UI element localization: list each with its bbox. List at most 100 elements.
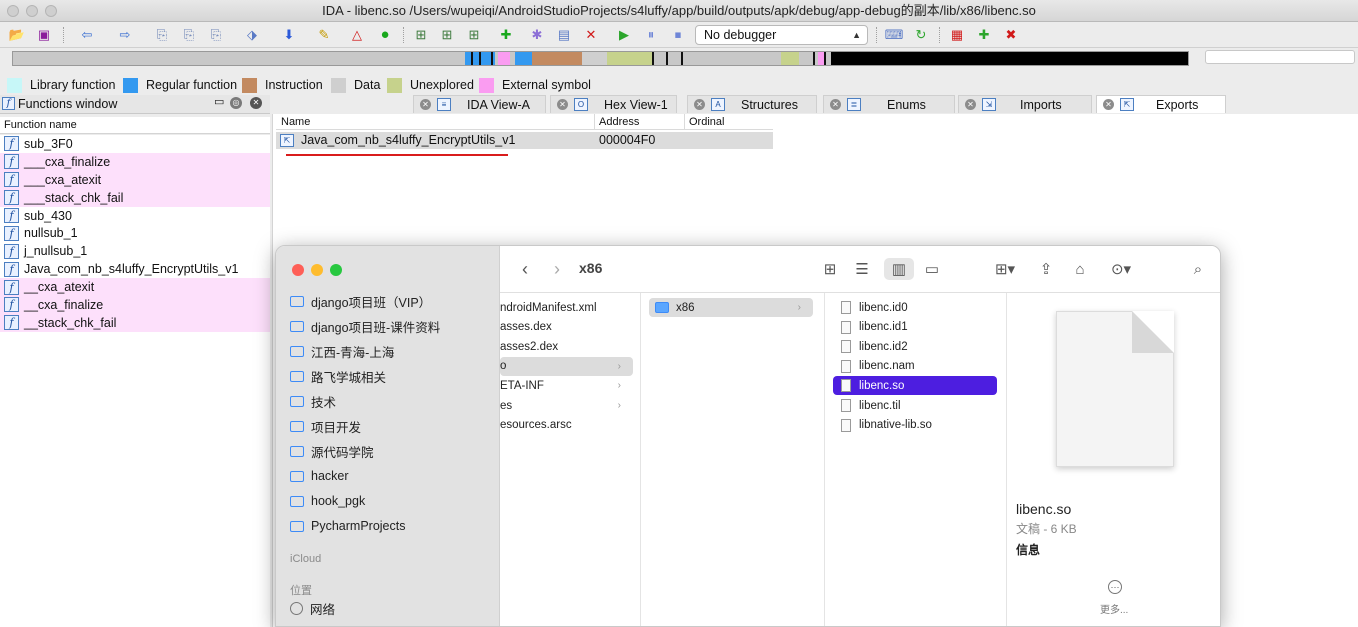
float-icon[interactable]: ◎ bbox=[230, 97, 242, 109]
list-item[interactable]: f __cxa_atexit bbox=[0, 278, 270, 297]
share-icon[interactable]: ⇪ bbox=[1036, 258, 1056, 280]
strings-icon[interactable]: ⎘ bbox=[180, 26, 198, 44]
list-item[interactable]: ndroidManifest.xml bbox=[500, 298, 633, 317]
tab-structures[interactable]: ✕ A Structures bbox=[687, 95, 817, 113]
list-item[interactable]: es › bbox=[500, 396, 633, 415]
list-item[interactable]: libenc.id0 bbox=[833, 298, 997, 317]
list-item[interactable]: f ___cxa_finalize bbox=[0, 152, 270, 171]
debugger-select[interactable]: No debugger ▲ bbox=[695, 25, 868, 45]
sidebar-item[interactable]: PycharmProjects bbox=[290, 516, 405, 536]
navigation-field[interactable] bbox=[1205, 50, 1355, 64]
tab-ida-view-a[interactable]: ✕ ≡ IDA View-A bbox=[413, 95, 546, 113]
list-item[interactable]: f j_nullsub_1 bbox=[0, 242, 270, 260]
close-icon[interactable]: ✕ bbox=[1103, 99, 1114, 110]
tab-enums[interactable]: ✕ ≣ Enums bbox=[823, 95, 955, 113]
list-item[interactable]: asses.dex bbox=[500, 318, 633, 337]
list-item[interactable]: f sub_3F0 bbox=[0, 135, 270, 153]
finder-zoom-button[interactable] bbox=[330, 264, 342, 276]
minimize-window-button[interactable] bbox=[26, 5, 38, 17]
list-item[interactable]: libenc.id2 bbox=[833, 337, 997, 356]
list-item[interactable]: libnative-lib.so bbox=[833, 416, 997, 435]
more-actions-icon[interactable]: ⊙▾ bbox=[1104, 258, 1138, 280]
list-item[interactable]: f nullsub_1 bbox=[0, 224, 270, 242]
gallery-view-icon[interactable]: ▭ bbox=[920, 258, 944, 280]
navigation-band[interactable] bbox=[12, 51, 1189, 66]
list-item[interactable]: esources.arsc bbox=[500, 416, 633, 435]
patch-icon[interactable]: ✱ bbox=[528, 26, 546, 44]
sidebar-item[interactable]: 技术 bbox=[290, 391, 336, 411]
list-item[interactable]: libenc.so bbox=[833, 376, 997, 396]
function-name-column-header[interactable]: Function name bbox=[0, 117, 270, 134]
tag-icon[interactable]: ⌂ bbox=[1070, 258, 1090, 280]
close-icon[interactable]: ✕ bbox=[557, 99, 568, 110]
list-item[interactable]: f Java_com_nb_s4luffy_EncryptUtils_v1 bbox=[0, 260, 270, 278]
search-icon[interactable]: ✎ bbox=[315, 26, 333, 44]
back-arrow-icon[interactable]: ⇦ bbox=[78, 26, 96, 44]
column-header-address[interactable]: Address bbox=[599, 114, 639, 130]
sidebar-item[interactable]: hacker bbox=[290, 466, 349, 486]
delete-icon[interactable]: ✕ bbox=[582, 26, 600, 44]
list-item[interactable]: libenc.nam bbox=[833, 357, 997, 376]
preview-more-label[interactable]: 更多... bbox=[1100, 601, 1128, 616]
tab-imports[interactable]: ✕ ⇲ Imports bbox=[958, 95, 1092, 113]
sidebar-item[interactable]: django项目班（VIP） bbox=[290, 291, 431, 311]
graph2-icon[interactable]: ⊞ bbox=[438, 26, 456, 44]
stop-icon[interactable]: ⏹ bbox=[669, 26, 687, 44]
maximize-icon[interactable]: ▭ bbox=[214, 95, 224, 108]
table-row[interactable]: ⇱ Java_com_nb_s4luffy_EncryptUtils_v1 00… bbox=[276, 132, 773, 149]
tab-hex-view-1[interactable]: ✕ O Hex View-1 bbox=[550, 95, 677, 113]
sidebar-item[interactable]: 源代码学院 bbox=[290, 441, 374, 461]
icon-view-icon[interactable]: ⊞ bbox=[820, 258, 840, 280]
list-item[interactable]: f sub_430 bbox=[0, 207, 270, 225]
list-item[interactable]: libenc.til bbox=[833, 396, 997, 415]
pause-icon[interactable]: ⏸ bbox=[642, 26, 660, 44]
play-icon[interactable]: ▶ bbox=[615, 26, 633, 44]
close-icon[interactable]: ✕ bbox=[694, 99, 705, 110]
list-view-icon[interactable]: ☰ bbox=[852, 258, 872, 280]
segments-icon[interactable]: ⬗ bbox=[243, 26, 261, 44]
remove-breakpoint-icon[interactable]: ✖ bbox=[1002, 26, 1020, 44]
finder-close-button[interactable] bbox=[292, 264, 304, 276]
list-item[interactable]: f ___stack_chk_fail bbox=[0, 188, 270, 207]
sidebar-item-network[interactable]: 网络 bbox=[290, 598, 335, 618]
list-item[interactable]: x86 › bbox=[649, 298, 813, 317]
group-icon[interactable]: ⊞▾ bbox=[988, 258, 1022, 280]
add-icon[interactable]: ✚ bbox=[497, 26, 515, 44]
graph-icon[interactable]: ⊞ bbox=[412, 26, 430, 44]
close-icon[interactable]: ✕ bbox=[420, 99, 431, 110]
more-icon[interactable]: ··· bbox=[1108, 580, 1122, 594]
chart-icon[interactable]: ▤ bbox=[555, 26, 573, 44]
names-icon[interactable]: ⎘ bbox=[153, 26, 171, 44]
column-header-name[interactable]: Name bbox=[281, 114, 310, 130]
list-item[interactable]: asses2.dex bbox=[500, 337, 633, 356]
sidebar-item[interactable]: django项目班-课件资料 bbox=[290, 316, 440, 336]
list-item[interactable]: ETA-INF › bbox=[500, 376, 633, 395]
sidebar-item[interactable]: 江西-青海-上海 bbox=[290, 341, 394, 361]
column-view-icon[interactable]: ▥ bbox=[884, 258, 914, 280]
breakpoint-icon[interactable]: ▦ bbox=[948, 26, 966, 44]
list-item[interactable]: f ___cxa_atexit bbox=[0, 170, 270, 189]
attach-icon[interactable]: ⌨ bbox=[885, 26, 904, 44]
list-item[interactable]: f __stack_chk_fail bbox=[0, 313, 270, 332]
finder-minimize-button[interactable] bbox=[311, 264, 323, 276]
warning-icon[interactable]: △ bbox=[348, 26, 366, 44]
close-window-button[interactable] bbox=[7, 5, 19, 17]
list-item[interactable]: f __cxa_finalize bbox=[0, 296, 270, 314]
sidebar-item[interactable]: hook_pgk bbox=[290, 491, 365, 511]
close-icon[interactable]: ✕ bbox=[830, 99, 841, 110]
jump-down-icon[interactable]: ⬇ bbox=[280, 26, 298, 44]
list-item[interactable]: o › bbox=[500, 356, 633, 376]
refresh-icon[interactable]: ↻ bbox=[912, 26, 930, 44]
forward-icon[interactable]: › bbox=[550, 258, 564, 280]
functions-icon[interactable]: ⎘ bbox=[207, 26, 225, 44]
open-file-icon[interactable]: 📂 bbox=[8, 26, 26, 44]
column-header-ordinal[interactable]: Ordinal bbox=[689, 114, 724, 130]
tab-exports[interactable]: ✕ ⇱ Exports bbox=[1096, 95, 1226, 113]
zoom-window-button[interactable] bbox=[45, 5, 57, 17]
sidebar-item[interactable]: 路飞学城相关 bbox=[290, 366, 386, 386]
graph3-icon[interactable]: ⊞ bbox=[465, 26, 483, 44]
green-circle-icon[interactable]: ● bbox=[376, 26, 394, 44]
close-icon[interactable]: ✕ bbox=[965, 99, 976, 110]
list-item[interactable]: libenc.id1 bbox=[833, 318, 997, 337]
save-icon[interactable]: ▣ bbox=[35, 26, 53, 44]
